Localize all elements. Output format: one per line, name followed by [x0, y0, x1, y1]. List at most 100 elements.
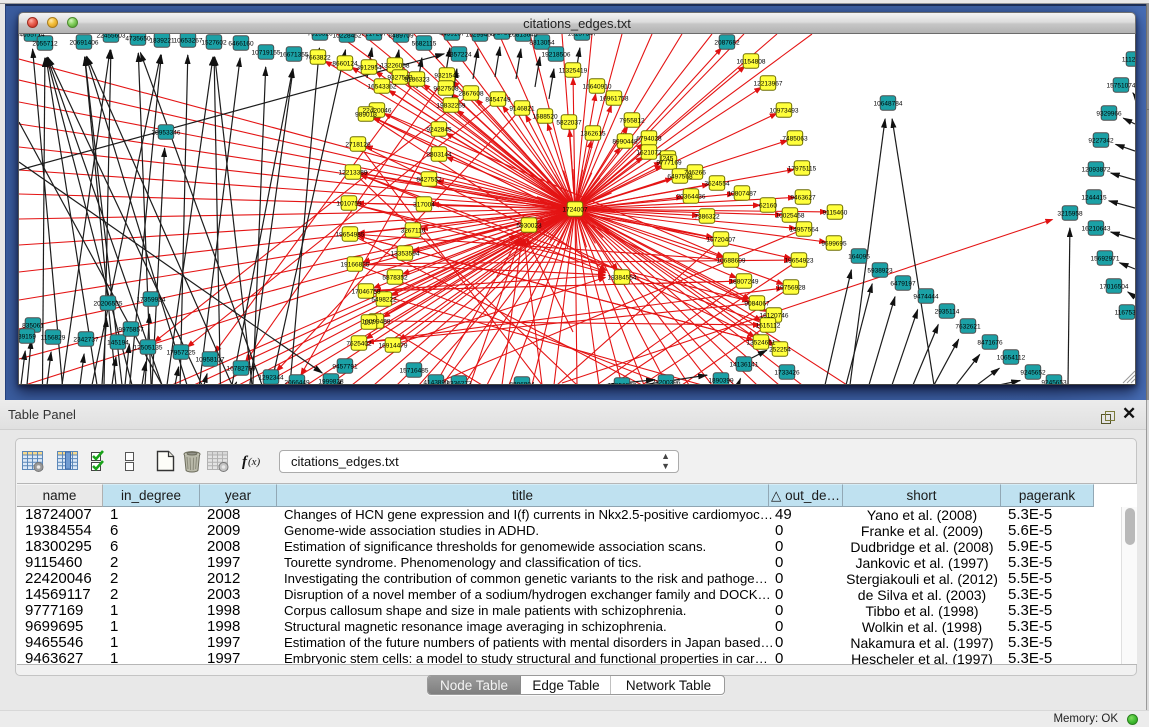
- svg-text:10807487: 10807487: [728, 191, 757, 198]
- svg-text:17046758: 17046758: [352, 289, 381, 296]
- svg-text:16154808: 16154808: [737, 59, 766, 66]
- svg-text:8336273: 8336273: [446, 381, 472, 385]
- svg-text:16120746: 16120746: [760, 313, 789, 320]
- svg-text:4735650: 4735650: [125, 36, 151, 43]
- svg-text:21200396: 21200396: [652, 380, 681, 385]
- svg-text:5682115: 5682115: [412, 41, 437, 48]
- svg-text:14136141: 14136141: [730, 362, 759, 369]
- svg-text:19756928: 19756928: [777, 285, 806, 292]
- svg-text:20206535: 20206535: [94, 301, 123, 308]
- svg-text:8813054: 8813054: [529, 40, 555, 47]
- svg-text:3267110: 3267110: [401, 228, 426, 235]
- svg-text:16782759: 16782759: [227, 366, 256, 373]
- svg-text:7625402: 7625402: [346, 341, 372, 348]
- svg-text:9463627: 9463627: [790, 195, 816, 202]
- svg-text:13524651: 13524651: [747, 340, 776, 347]
- svg-text:7485063: 7485063: [782, 136, 808, 143]
- svg-text:10973493: 10973493: [770, 108, 799, 115]
- svg-text:8806804: 8806804: [509, 382, 535, 385]
- svg-text:1244415: 1244415: [1081, 195, 1107, 202]
- svg-text:9321546: 9321546: [434, 73, 460, 80]
- svg-text:9084067: 9084067: [744, 301, 770, 308]
- svg-text:12505135: 12505135: [134, 345, 163, 352]
- svg-text:11325419: 11325419: [559, 68, 588, 75]
- svg-text:3624554: 3624554: [704, 181, 730, 188]
- svg-text:14957564: 14957564: [790, 227, 819, 234]
- svg-text:317004: 317004: [413, 202, 435, 209]
- svg-text:6794028: 6794028: [636, 136, 662, 143]
- svg-text:835061: 835061: [22, 323, 44, 330]
- svg-text:5938923: 5938923: [867, 268, 893, 275]
- svg-text:1999828: 1999828: [318, 379, 344, 385]
- svg-text:9217207: 9217207: [361, 34, 387, 38]
- svg-text:157: 157: [364, 320, 375, 327]
- svg-text:2803144: 2803144: [426, 152, 452, 159]
- svg-text:8454749: 8454749: [485, 97, 511, 104]
- svg-text:2935114: 2935114: [935, 309, 960, 316]
- svg-text:8660124: 8660124: [332, 61, 358, 68]
- svg-text:18807249: 18807249: [730, 279, 759, 286]
- svg-text:15751074: 15751074: [1107, 83, 1136, 90]
- svg-text:3912954: 3912954: [356, 65, 382, 72]
- svg-text:1839221: 1839221: [149, 38, 175, 45]
- svg-text:17957225: 17957225: [167, 350, 196, 357]
- svg-text:10719155: 10719155: [252, 50, 281, 57]
- svg-text:12093872: 12093872: [1082, 167, 1111, 174]
- svg-text:7663822: 7663822: [305, 55, 331, 62]
- svg-text:3215958: 3215958: [1057, 211, 1083, 218]
- svg-text:17016504: 17016504: [1100, 284, 1129, 291]
- svg-text:2342737: 2342737: [73, 337, 99, 344]
- svg-text:5822037: 5822037: [556, 120, 582, 127]
- svg-text:1362615: 1362615: [580, 131, 606, 138]
- svg-text:2867608: 2867608: [458, 91, 484, 98]
- svg-text:15716485: 15716485: [400, 368, 429, 375]
- svg-text:989013: 989013: [355, 112, 377, 119]
- svg-text:1588520: 1588520: [532, 114, 558, 121]
- svg-text:4143890: 4143890: [423, 380, 449, 385]
- svg-text:20691406: 20691406: [70, 40, 99, 47]
- svg-text:6497568: 6497568: [667, 174, 693, 181]
- svg-text:10653267: 10653267: [174, 38, 203, 45]
- svg-text:1010755: 1010755: [336, 201, 362, 208]
- svg-text:16914479: 16914479: [379, 343, 408, 350]
- svg-text:1167533: 1167533: [1115, 310, 1136, 317]
- svg-text:9245652: 9245652: [1020, 370, 1046, 377]
- svg-text:2087682: 2087682: [714, 40, 740, 47]
- svg-text:5930023: 5930023: [516, 223, 542, 230]
- svg-text:15720407: 15720407: [707, 237, 736, 244]
- svg-text:2055712: 2055712: [32, 41, 58, 48]
- svg-text:39159: 39159: [19, 334, 36, 341]
- svg-text:20813640: 20813640: [509, 34, 538, 39]
- svg-text:15157347: 15157347: [568, 34, 597, 38]
- svg-text:7357224: 7357224: [446, 52, 472, 59]
- svg-text:7632621: 7632621: [955, 324, 981, 331]
- svg-text:9777169: 9777169: [656, 160, 682, 167]
- svg-text:1112541: 1112541: [1122, 57, 1136, 64]
- svg-text:12213389: 12213389: [339, 170, 368, 177]
- svg-text:1292344: 1292344: [258, 375, 284, 382]
- svg-text:19218506: 19218506: [542, 52, 571, 59]
- svg-text:16210643: 16210643: [1082, 226, 1111, 233]
- svg-text:1615112: 1615112: [756, 323, 781, 330]
- svg-text:10648784: 10648784: [874, 101, 903, 108]
- svg-text:16640910: 16640910: [583, 84, 612, 91]
- svg-text:8471676: 8471676: [977, 340, 1003, 347]
- svg-text:19166825: 19166825: [341, 262, 370, 269]
- svg-text:19654985: 19654985: [336, 232, 365, 239]
- svg-text:9242845: 9242845: [426, 127, 452, 134]
- svg-text:17956909: 17956909: [608, 383, 637, 385]
- svg-text:9115460: 9115460: [823, 210, 848, 217]
- svg-text:4439167: 4439167: [439, 34, 465, 38]
- svg-text:9227342: 9227342: [1088, 138, 1114, 145]
- svg-text:19654923: 19654923: [785, 258, 814, 265]
- svg-text:16961758: 16961758: [600, 96, 629, 103]
- svg-text:8186323: 8186323: [404, 77, 430, 84]
- svg-text:9457791: 9457791: [332, 364, 358, 371]
- svg-text:7955812: 7955812: [619, 118, 645, 125]
- svg-text:2718126: 2718126: [345, 142, 371, 149]
- svg-text:10228452: 10228452: [333, 34, 362, 40]
- svg-text:5498222: 5498222: [371, 297, 397, 304]
- svg-text:9327508: 9327508: [433, 86, 459, 93]
- svg-text:10025458: 10025458: [776, 213, 805, 220]
- svg-text:8489709: 8489709: [388, 34, 414, 40]
